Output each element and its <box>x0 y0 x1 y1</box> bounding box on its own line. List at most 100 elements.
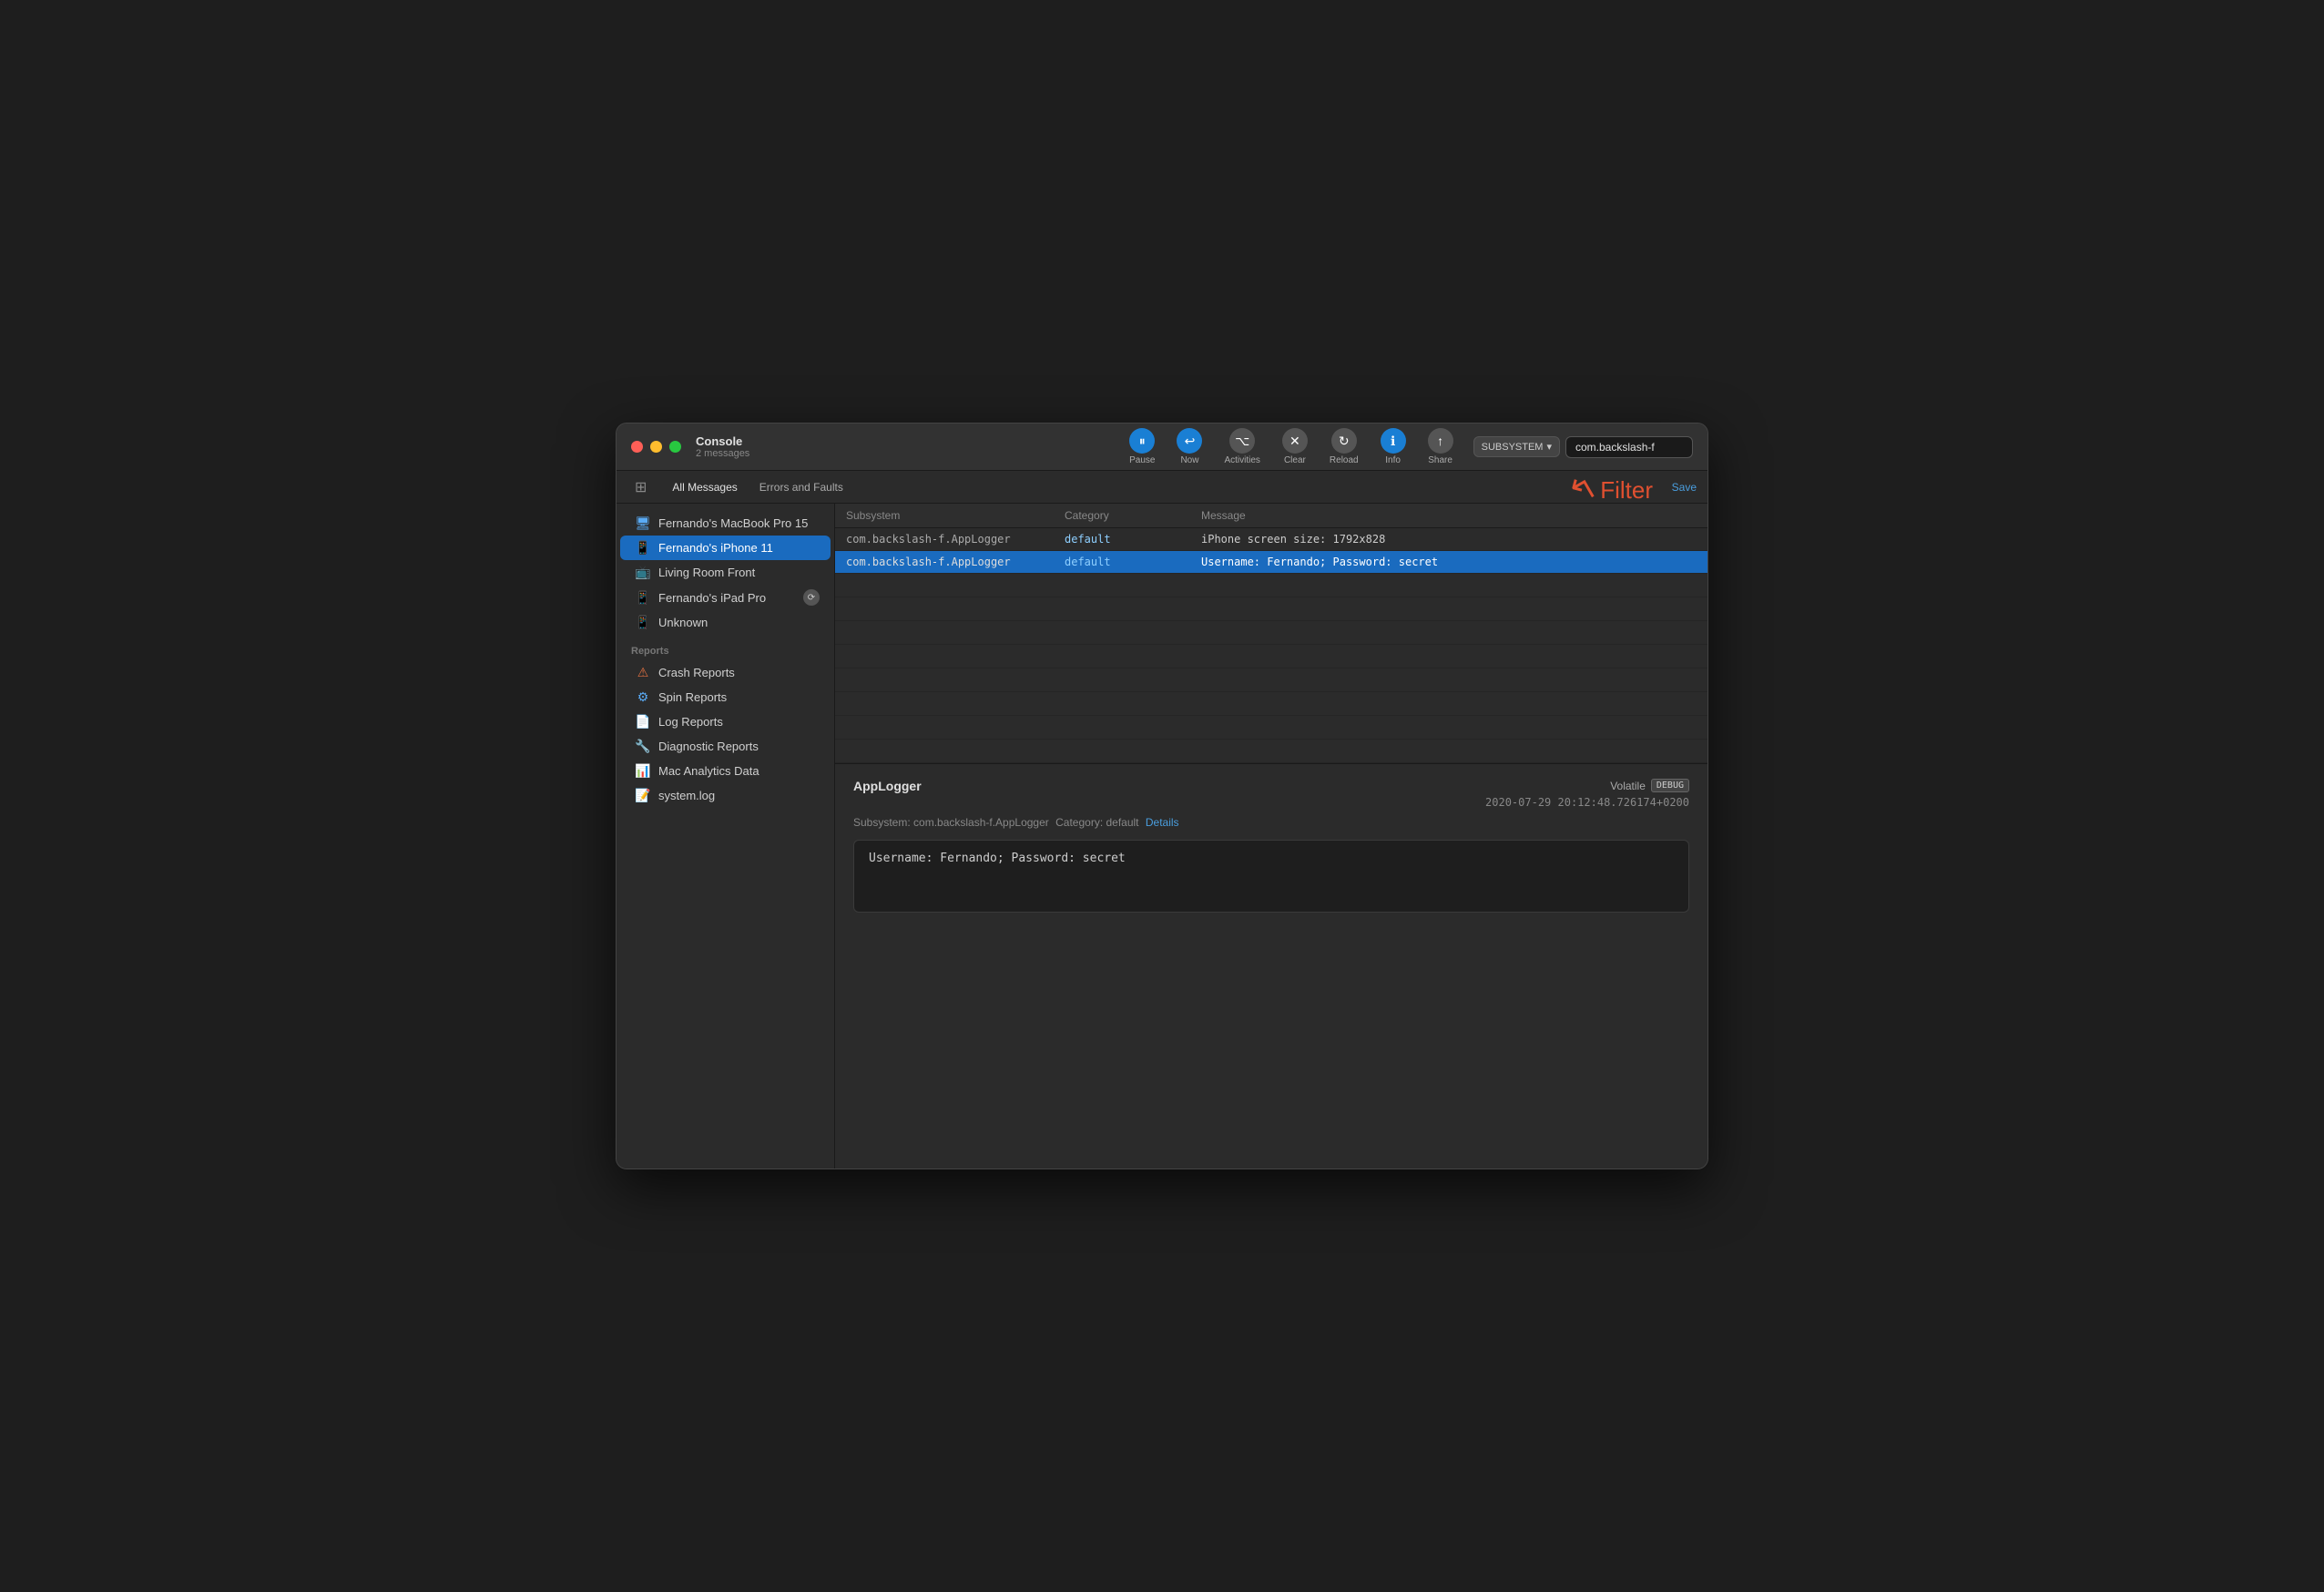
analytics-icon: 📊 <box>635 763 651 779</box>
empty-row <box>835 692 1707 716</box>
unknown-icon: 📱 <box>635 615 651 630</box>
search-input[interactable]: com.backslash-f <box>1565 436 1693 458</box>
console-window: Console 2 messages ⏸ Pause ↩ Now ⌥ Activ… <box>616 423 1708 1169</box>
macbook-icon: 🖥 <box>635 515 651 531</box>
info-button[interactable]: ℹ Info <box>1371 424 1415 469</box>
detail-panel: AppLogger Volatile DEBUG 2020-07-29 20:1… <box>835 764 1707 1168</box>
tab-errors-faults[interactable]: Errors and Faults <box>749 477 854 497</box>
sidebar-item-crash-label: Crash Reports <box>658 666 735 679</box>
main-layout: 🖥 Fernando's MacBook Pro 15 📱 Fernando's… <box>617 504 1707 1168</box>
empty-row <box>835 574 1707 597</box>
row2-subsystem: com.backslash-f.AppLogger <box>846 556 1065 568</box>
activities-icon: ⌥ <box>1229 428 1255 454</box>
sidebar-item-log-label: Log Reports <box>658 715 723 729</box>
save-button[interactable]: Save <box>1672 481 1697 494</box>
ipad-icon: 📱 <box>635 590 651 606</box>
ipad-sync-icon: ⟳ <box>803 589 820 606</box>
sidebar-item-ipad-label: Fernando's iPad Pro <box>658 591 766 605</box>
volatile-badge: Volatile DEBUG <box>1610 779 1689 792</box>
sidebar-item-syslog[interactable]: 📝 system.log <box>620 783 831 808</box>
reload-icon: ↻ <box>1331 428 1357 454</box>
table-row[interactable]: com.backslash-f.AppLogger default iPhone… <box>835 528 1707 551</box>
sidebar-item-syslog-label: system.log <box>658 789 715 802</box>
now-button[interactable]: ↩ Now <box>1167 424 1211 469</box>
detail-title: AppLogger <box>853 779 1485 793</box>
sidebar-item-unknown[interactable]: 📱 Unknown <box>620 610 831 635</box>
app-title-subtitle: 2 messages <box>696 448 749 459</box>
close-button[interactable] <box>631 441 643 453</box>
livingroom-icon: 📺 <box>635 565 651 580</box>
info-icon: ℹ <box>1381 428 1406 454</box>
sidebar-item-livingroom[interactable]: 📺 Living Room Front <box>620 560 831 585</box>
row1-message: iPhone screen size: 1792x828 <box>1201 533 1697 546</box>
details-link[interactable]: Details <box>1146 816 1179 829</box>
detail-subsystem-prefix: Subsystem: com.backslash-f.AppLogger <box>853 816 1049 829</box>
tab-all-messages[interactable]: All Messages <box>661 477 748 497</box>
detail-category-prefix: Category: default <box>1055 816 1138 829</box>
sidebar-item-log[interactable]: 📄 Log Reports <box>620 709 831 734</box>
empty-row <box>835 645 1707 668</box>
sidebar: 🖥 Fernando's MacBook Pro 15 📱 Fernando's… <box>617 504 835 1168</box>
detail-message-box: Username: Fernando; Password: secret <box>853 840 1689 913</box>
log-icon: 📄 <box>635 714 651 730</box>
col-category: Category <box>1065 509 1201 522</box>
syslog-icon: 📝 <box>635 788 651 803</box>
sidebar-item-crash[interactable]: ⚠ Crash Reports <box>620 660 831 685</box>
diagnostic-icon: 🔧 <box>635 739 651 754</box>
sidebar-item-macbook[interactable]: 🖥 Fernando's MacBook Pro 15 <box>620 511 831 536</box>
activities-label: Activities <box>1224 455 1259 465</box>
secondary-toolbar: ⊞ All Messages Errors and Faults Save <box>617 471 1707 504</box>
now-label: Now <box>1180 455 1198 465</box>
sidebar-item-diagnostic-label: Diagnostic Reports <box>658 740 759 753</box>
sidebar-item-iphone[interactable]: 📱 Fernando's iPhone 11 <box>620 536 831 560</box>
detail-timestamp: 2020-07-29 20:12:48.726174+0200 <box>1485 796 1689 809</box>
table-row[interactable]: com.backslash-f.AppLogger default Userna… <box>835 551 1707 574</box>
debug-badge: DEBUG <box>1651 779 1689 792</box>
clear-label: Clear <box>1284 455 1306 465</box>
sidebar-item-unknown-label: Unknown <box>658 616 708 629</box>
sidebar-item-analytics-label: Mac Analytics Data <box>658 764 759 778</box>
row2-category: default <box>1065 556 1201 568</box>
empty-row <box>835 668 1707 692</box>
activities-button[interactable]: ⌥ Activities <box>1215 424 1269 469</box>
row1-category: default <box>1065 533 1201 546</box>
sidebar-toggle-button[interactable]: ⊞ <box>627 475 654 500</box>
maximize-button[interactable] <box>669 441 681 453</box>
subsystem-filter-pill[interactable]: SUBSYSTEM ▾ <box>1473 436 1560 457</box>
sidebar-item-diagnostic[interactable]: 🔧 Diagnostic Reports <box>620 734 831 759</box>
clear-button[interactable]: ✕ Clear <box>1273 424 1317 469</box>
detail-header: AppLogger Volatile DEBUG 2020-07-29 20:1… <box>853 779 1689 809</box>
search-area: SUBSYSTEM ▾ com.backslash-f <box>1473 436 1693 458</box>
reports-section-label: Reports <box>617 635 834 660</box>
minimize-button[interactable] <box>650 441 662 453</box>
sidebar-item-livingroom-label: Living Room Front <box>658 566 755 579</box>
empty-row <box>835 597 1707 621</box>
log-table: Subsystem Category Message com.backslash… <box>835 504 1707 764</box>
row1-subsystem: com.backslash-f.AppLogger <box>846 533 1065 546</box>
pause-label: Pause <box>1129 455 1155 465</box>
app-title-name: Console <box>696 434 749 448</box>
reload-button[interactable]: ↻ Reload <box>1320 424 1368 469</box>
iphone-icon: 📱 <box>635 540 651 556</box>
share-label: Share <box>1428 455 1452 465</box>
row2-message: Username: Fernando; Password: secret <box>1201 556 1697 568</box>
empty-row <box>835 621 1707 645</box>
crash-icon: ⚠ <box>635 665 651 680</box>
subsystem-chevron-icon: ▾ <box>1546 441 1552 453</box>
subsystem-label: SUBSYSTEM <box>1482 442 1544 453</box>
now-icon: ↩ <box>1177 428 1202 454</box>
sidebar-item-spin[interactable]: ⚙ Spin Reports <box>620 685 831 709</box>
share-button[interactable]: ↑ Share <box>1419 424 1463 469</box>
volatile-label: Volatile <box>1610 780 1646 792</box>
reload-label: Reload <box>1330 455 1359 465</box>
content-area: Subsystem Category Message com.backslash… <box>835 504 1707 1168</box>
pause-button[interactable]: ⏸ Pause <box>1120 424 1164 469</box>
clear-icon: ✕ <box>1282 428 1308 454</box>
empty-row <box>835 716 1707 740</box>
sidebar-item-analytics[interactable]: 📊 Mac Analytics Data <box>620 759 831 783</box>
col-subsystem: Subsystem <box>846 509 1065 522</box>
spin-icon: ⚙ <box>635 689 651 705</box>
detail-meta: Volatile DEBUG 2020-07-29 20:12:48.72617… <box>1485 779 1689 809</box>
app-title: Console 2 messages <box>696 434 749 459</box>
sidebar-item-ipad[interactable]: 📱 Fernando's iPad Pro ⟳ <box>620 585 831 610</box>
